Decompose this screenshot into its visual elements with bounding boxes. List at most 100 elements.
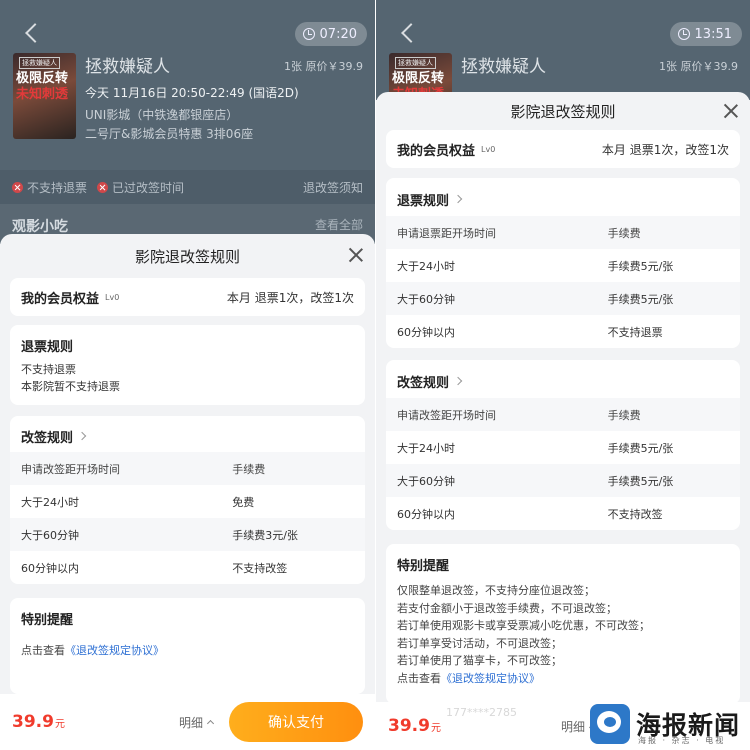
change-rules-title[interactable]: 改签规则 [386,360,740,398]
change-rules-table: 申请改签距开场时间 手续费 大于24小时 免费 大于60分钟 手续费3元/张 6… [10,452,365,584]
special-notes-card: 特别提醒 仅限整单退改签，不支持分座位退改签； 若支付金额小于退改签手续费，不可… [386,544,740,704]
member-benefits-card: 我的会员权益 Lv0 本月 退票1次，改签1次 [386,130,740,168]
change-rules-card: 改签规则 申请改签距开场时间 手续费 大于24小时 手续费5元/张 大于60分钟… [386,360,740,530]
table-cell: 大于24小时 [397,259,455,273]
refund-rules-card: 退票规则 申请退票距开场时间 手续费 大于24小时 手续费5元/张 大于60分钟… [386,178,740,348]
cross-icon [97,181,109,193]
agreement-link[interactable]: 《退改签规定协议》 [441,672,540,685]
note-line: 若订单享受讨活动，不可退改签； [397,636,562,650]
back-arrow-icon[interactable] [400,22,414,46]
close-icon[interactable] [349,248,363,262]
chevron-right-icon [77,431,87,441]
agreement-link[interactable]: 《退改签规定协议》 [65,644,164,657]
confirm-pay-button[interactable]: 确认支付 [229,702,363,742]
member-level: Lv0 [481,144,496,154]
member-level: Lv0 [105,292,120,302]
change-rules-label: 改签规则 [21,430,74,446]
poster-tag: 拯救嫌疑人 [395,57,436,69]
close-icon[interactable] [724,104,738,118]
poster-line-2: 未知刺透 [16,87,69,102]
countdown-value: 07:20 [319,26,357,42]
table-row: 大于24小时 免费 [10,485,365,518]
order-header: 07:20 拯救嫌疑人 极限反转 未知刺透 拯救嫌疑人 1张 原价￥39.9 今… [0,0,375,244]
table-row: 大于60分钟 手续费5元/张 [386,464,740,497]
ticket-price: 1张 原价￥39.9 [659,60,738,73]
table-cell: 大于60分钟 [386,282,608,315]
table-header-row: 申请改签距开场时间 手续费 [386,398,740,431]
total-price: 39.9 [388,716,430,736]
change-rules-title[interactable]: 改签规则 [10,416,365,452]
movie-title: 拯救嫌疑人 [85,57,170,77]
table-cell: 手续费5元/张 [607,282,740,315]
past-change-status: 已过改签时间 [97,179,184,196]
countdown-timer: 07:20 [294,22,367,46]
special-notes-title: 特别提醒 [21,612,74,628]
table-header-cell: 手续费 [607,216,740,249]
sheet-header: 影院退改签规则 [376,92,750,130]
snack-title: 观影小吃 [12,219,68,235]
back-arrow-icon[interactable] [24,22,38,46]
refund-rules-table: 申请退票距开场时间 手续费 大于24小时 手续费5元/张 大于60分钟 手续费5… [386,216,740,348]
table-row: 60分钟以内 不支持改签 [386,497,740,530]
movie-title: 拯救嫌疑人 [461,57,546,77]
table-cell: 大于60分钟 [386,464,608,497]
table-row: 60分钟以内 不支持退票 [386,315,740,348]
snack-view-all[interactable]: 查看全部 [315,216,363,232]
table-cell: 手续费5元/张 [607,259,674,273]
table-row: 大于24小时 手续费5元/张 [386,431,740,464]
table-cell: 手续费5元/张 [607,441,674,455]
refund-status-row: 不支持退票 已过改签时间 退改签须知 [0,170,375,204]
special-notes-list: 仅限整单退改签，不支持分座位退改签； 若支付金额小于退改签手续费，不可退改签； … [397,582,729,687]
note-line: 若支付金额小于退改签手续费，不可退改签； [397,601,617,615]
ticket-price: 1张 原价￥39.9 [284,60,363,73]
hall-seat: 二号厅&影城会员特惠 3排06座 [85,127,254,141]
sheet-title: 影院退改签规则 [134,247,240,266]
table-header-row: 申请改签距开场时间 手续费 [10,452,365,485]
refund-rules-title[interactable]: 退票规则 [386,178,740,216]
refund-rules-label: 退票规则 [397,193,450,209]
countdown-value: 13:51 [694,26,732,42]
table-row: 大于60分钟 手续费3元/张 [10,518,365,551]
sheet-title: 影院退改签规则 [510,102,616,121]
table-row: 大于60分钟 手续费5元/张 [386,282,740,315]
detail-label: 明细 [178,715,203,730]
note-line: 若订单使用观影卡或享受票减小吃优惠，不可改签； [397,619,650,632]
table-header-cell: 申请退票距开场时间 [386,216,608,249]
chevron-right-icon [453,194,463,204]
table-header-cell: 手续费 [607,398,740,431]
member-info: 本月 退票1次，改签1次 [226,290,354,305]
member-title: 我的会员权益 [21,291,100,307]
refund-line: 不支持退票 [21,363,76,376]
refund-notice-link[interactable]: 退改签须知 [303,179,363,196]
member-info: 本月 退票1次，改签1次 [601,142,729,157]
chevron-up-icon [206,719,215,728]
table-cell: 60分钟以内 [21,561,79,575]
price-detail-toggle[interactable]: 明细 [178,714,215,731]
poster-tag: 拯救嫌疑人 [19,57,60,69]
table-row: 60分钟以内 不支持改签 [10,551,365,584]
refund-rules-card: 退票规则 不支持退票 本影院暂不支持退票 [10,325,365,405]
clock-icon [302,28,315,40]
watermark-subtext: 海报 · 杂志 · 电视 [638,736,726,745]
chevron-right-icon [453,376,463,386]
price-unit: 元 [430,722,441,734]
table-cell: 60分钟以内 [397,507,455,521]
change-rules-label: 改签规则 [397,375,450,391]
detail-label: 明细 [560,719,585,734]
note-line: 若订单使用了猫享卡，不可改签； [397,654,562,667]
special-notes-title: 特别提醒 [397,558,450,574]
no-refund-label: 不支持退票 [27,180,88,195]
note-line: 仅限整单退改签，不支持分座位退改签； [397,584,595,597]
no-refund-status: 不支持退票 [12,179,87,196]
movie-poster: 拯救嫌疑人 极限反转 未知刺透 [13,53,76,139]
table-header-row: 申请退票距开场时间 手续费 [386,216,740,249]
member-benefits-card: 我的会员权益 Lv0 本月 退票1次，改签1次 [10,278,365,316]
refund-rules-sheet: 影院退改签规则 我的会员权益 Lv0 本月 退票1次，改签1次 退票规则 申请退… [376,92,750,704]
screen-right: 13:51 拯救嫌疑人 极限反转 未知刺透 拯救嫌疑人 1张 原价￥39.9 影… [376,0,750,750]
screen-left: 07:20 拯救嫌疑人 极限反转 未知刺透 拯救嫌疑人 1张 原价￥39.9 今… [0,0,375,750]
table-cell: 大于60分钟 [10,518,233,551]
payment-bar: 39.9 元 明细 确认支付 [0,694,375,750]
sheet-header: 影院退改签规则 [0,234,375,278]
table-cell: 不支持改签 [607,507,663,521]
refund-line: 本影院暂不支持退票 [21,380,120,393]
